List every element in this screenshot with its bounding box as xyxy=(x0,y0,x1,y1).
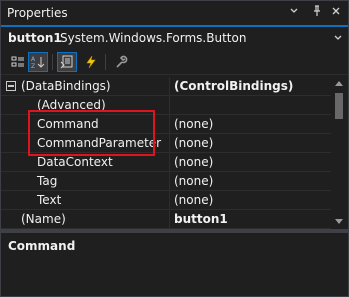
property-name: CommandParameter xyxy=(37,136,162,150)
column-separator xyxy=(169,115,170,134)
property-value[interactable]: (none) xyxy=(174,174,213,188)
description-title: Command xyxy=(8,239,76,253)
scrollbar-thumb[interactable] xyxy=(335,93,343,119)
svg-text:Z: Z xyxy=(31,63,35,69)
object-name: button1 xyxy=(8,31,62,45)
property-value[interactable]: (none) xyxy=(174,193,213,207)
chevron-down-icon[interactable] xyxy=(334,34,342,42)
property-row-name[interactable]: (Name) button1 xyxy=(1,210,331,229)
column-separator xyxy=(169,191,170,210)
property-grid: (DataBindings) (ControlBindings) (Advanc… xyxy=(1,77,348,229)
column-separator xyxy=(169,96,170,115)
title-bar: Properties xyxy=(1,1,348,27)
window-title: Properties xyxy=(7,6,68,20)
pin-icon[interactable] xyxy=(309,5,325,21)
scroll-up-icon[interactable] xyxy=(335,81,343,86)
property-row-datacontext[interactable]: DataContext (none) xyxy=(1,153,331,172)
column-separator xyxy=(169,210,170,229)
lightning-icon[interactable] xyxy=(81,52,101,72)
close-icon[interactable] xyxy=(328,5,344,21)
collapse-icon[interactable] xyxy=(6,81,16,91)
property-row-tag[interactable]: Tag (none) xyxy=(1,172,331,191)
chevron-down-icon[interactable] xyxy=(286,5,302,21)
column-separator xyxy=(169,77,170,96)
property-value[interactable]: button1 xyxy=(174,212,228,226)
property-name: Text xyxy=(37,193,62,207)
description-panel: Command xyxy=(1,233,348,296)
toolbar-separator xyxy=(52,54,53,70)
property-row-commandparameter[interactable]: CommandParameter (none) xyxy=(1,134,331,153)
toolbar: A Z xyxy=(1,49,348,75)
property-value[interactable]: (none) xyxy=(174,155,213,169)
property-row-advanced[interactable]: (Advanced) xyxy=(1,96,331,115)
property-name: (DataBindings) xyxy=(21,79,111,93)
property-name: Tag xyxy=(37,174,58,188)
property-value[interactable]: (none) xyxy=(174,117,213,131)
property-row-command[interactable]: Command (none) xyxy=(1,115,331,134)
column-separator xyxy=(169,153,170,172)
svg-text:A: A xyxy=(31,56,36,63)
toolbar-separator xyxy=(105,54,106,70)
property-row-databindings[interactable]: (DataBindings) (ControlBindings) xyxy=(1,77,331,96)
sort-alphabetical-icon[interactable]: A Z xyxy=(28,52,48,72)
property-name: (Name) xyxy=(21,212,66,226)
column-separator xyxy=(169,134,170,153)
wrench-icon[interactable] xyxy=(111,52,131,72)
property-value: (ControlBindings) xyxy=(174,79,294,93)
property-name: Command xyxy=(37,117,99,131)
properties-icon[interactable] xyxy=(57,52,77,72)
column-separator xyxy=(169,172,170,191)
scroll-down-icon[interactable] xyxy=(335,219,343,224)
property-row-text[interactable]: Text (none) xyxy=(1,191,331,210)
property-value[interactable]: (none) xyxy=(174,136,213,150)
object-type: System.Windows.Forms.Button xyxy=(60,31,247,45)
object-selector[interactable]: button1 System.Windows.Forms.Button xyxy=(1,27,348,49)
property-name: DataContext xyxy=(37,155,113,169)
vertical-scrollbar[interactable] xyxy=(331,77,348,229)
properties-window: Properties button1 System.Windows.Forms.… xyxy=(0,0,349,297)
property-name: (Advanced) xyxy=(37,98,106,112)
categorized-icon[interactable] xyxy=(8,52,28,72)
